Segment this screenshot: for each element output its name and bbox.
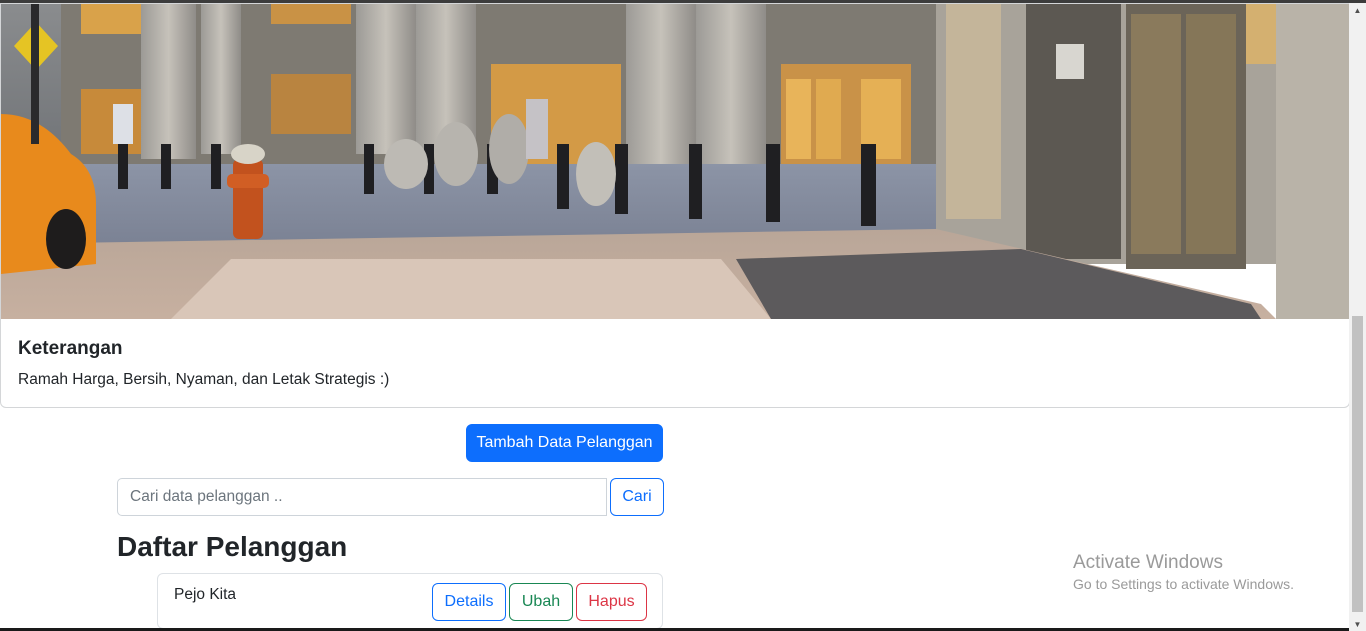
card-title: Keterangan [18,338,123,359]
scroll-down-arrow-icon[interactable]: ▼ [1349,617,1366,631]
add-customer-button[interactable]: Tambah Data Pelanggan [466,424,663,462]
customer-list-title: Daftar Pelanggan [117,531,348,562]
card-description: Ramah Harga, Bersih, Nyaman, dan Letak S… [18,371,390,388]
search-button[interactable]: Cari [610,478,664,516]
watermark-subtitle: Go to Settings to activate Windows. [1073,576,1294,592]
scroll-up-arrow-icon[interactable]: ▲ [1349,3,1366,17]
edit-button[interactable]: Ubah [509,583,573,621]
watermark-title: Activate Windows [1073,552,1223,573]
info-card: Keterangan Ramah Harga, Bersih, Nyaman, … [0,3,1350,408]
page: Keterangan Ramah Harga, Bersih, Nyaman, … [0,0,1366,631]
hero-image [1,4,1349,319]
scrollbar-thumb[interactable] [1352,316,1363,612]
search-input[interactable] [117,478,607,516]
vertical-scrollbar[interactable]: ▲ ▼ [1349,3,1366,631]
details-button[interactable]: Details [432,583,506,621]
activate-windows-watermark: Activate Windows Go to Settings to activ… [1073,552,1294,594]
list-item: Pejo Kita Details Ubah Hapus [157,573,663,629]
customer-name: Pejo Kita [174,586,237,603]
delete-button[interactable]: Hapus [576,583,647,621]
